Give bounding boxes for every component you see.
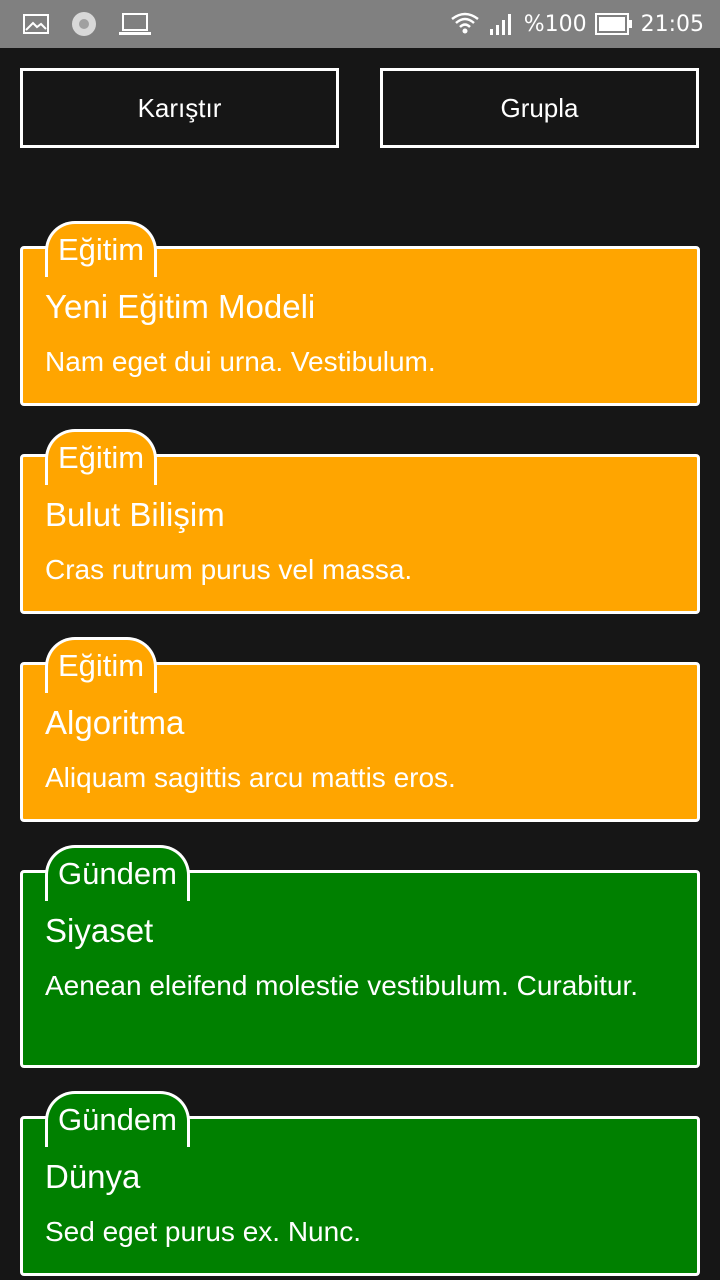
signal-icon — [488, 11, 516, 37]
clock: 21:05 — [640, 11, 704, 37]
status-bar: %100 21:05 — [0, 0, 720, 48]
card-title: Bulut Bilişim — [45, 496, 225, 533]
card-title: Algoritma — [45, 704, 185, 741]
card-title: Dünya — [45, 1158, 141, 1195]
battery-icon — [594, 12, 633, 36]
card-category-tag: Gündem — [45, 1091, 190, 1147]
status-bar-right: %100 21:05 — [442, 10, 704, 38]
card-title: Yeni Eğitim Modeli — [45, 288, 316, 325]
news-card[interactable]: Eğitim Algoritma Aliquam sagittis arcu m… — [20, 637, 700, 822]
wifi-icon — [450, 10, 480, 38]
news-card[interactable]: Gündem Dünya Sed eget purus ex. Nunc. — [20, 1091, 700, 1276]
card-category-tag: Eğitim — [45, 637, 158, 693]
status-bar-left — [22, 10, 172, 38]
card-category-tag: Gündem — [45, 845, 190, 901]
card-description: Aliquam sagittis arcu mattis eros. — [45, 762, 456, 793]
news-card[interactable]: Eğitim Yeni Eğitim Modeli Nam eget dui u… — [20, 221, 700, 406]
card-description: Sed eget purus ex. Nunc. — [45, 1216, 361, 1247]
card-description: Aenean eleifend molestie vestibulum. Cur… — [45, 970, 639, 1001]
card-category-tag: Eğitim — [45, 429, 158, 485]
news-card[interactable]: Eğitim Bulut Bilişim Cras rutrum purus v… — [20, 429, 700, 614]
news-card[interactable]: Gündem Siyaset Aenean eleifend molestie … — [20, 845, 700, 1068]
card-description: Nam eget dui urna. Vestibulum. — [45, 346, 436, 377]
card-category-tag: Eğitim — [45, 221, 158, 277]
card-description: Cras rutrum purus vel massa. — [45, 554, 413, 585]
group-button[interactable]: Grupla — [380, 68, 699, 148]
laptop-icon — [118, 11, 152, 37]
battery-percent: %100 — [523, 11, 587, 37]
shuffle-button[interactable]: Karıştır — [20, 68, 339, 148]
loading-icon — [70, 10, 98, 38]
card-title: Siyaset — [45, 912, 154, 949]
image-icon — [22, 12, 50, 36]
